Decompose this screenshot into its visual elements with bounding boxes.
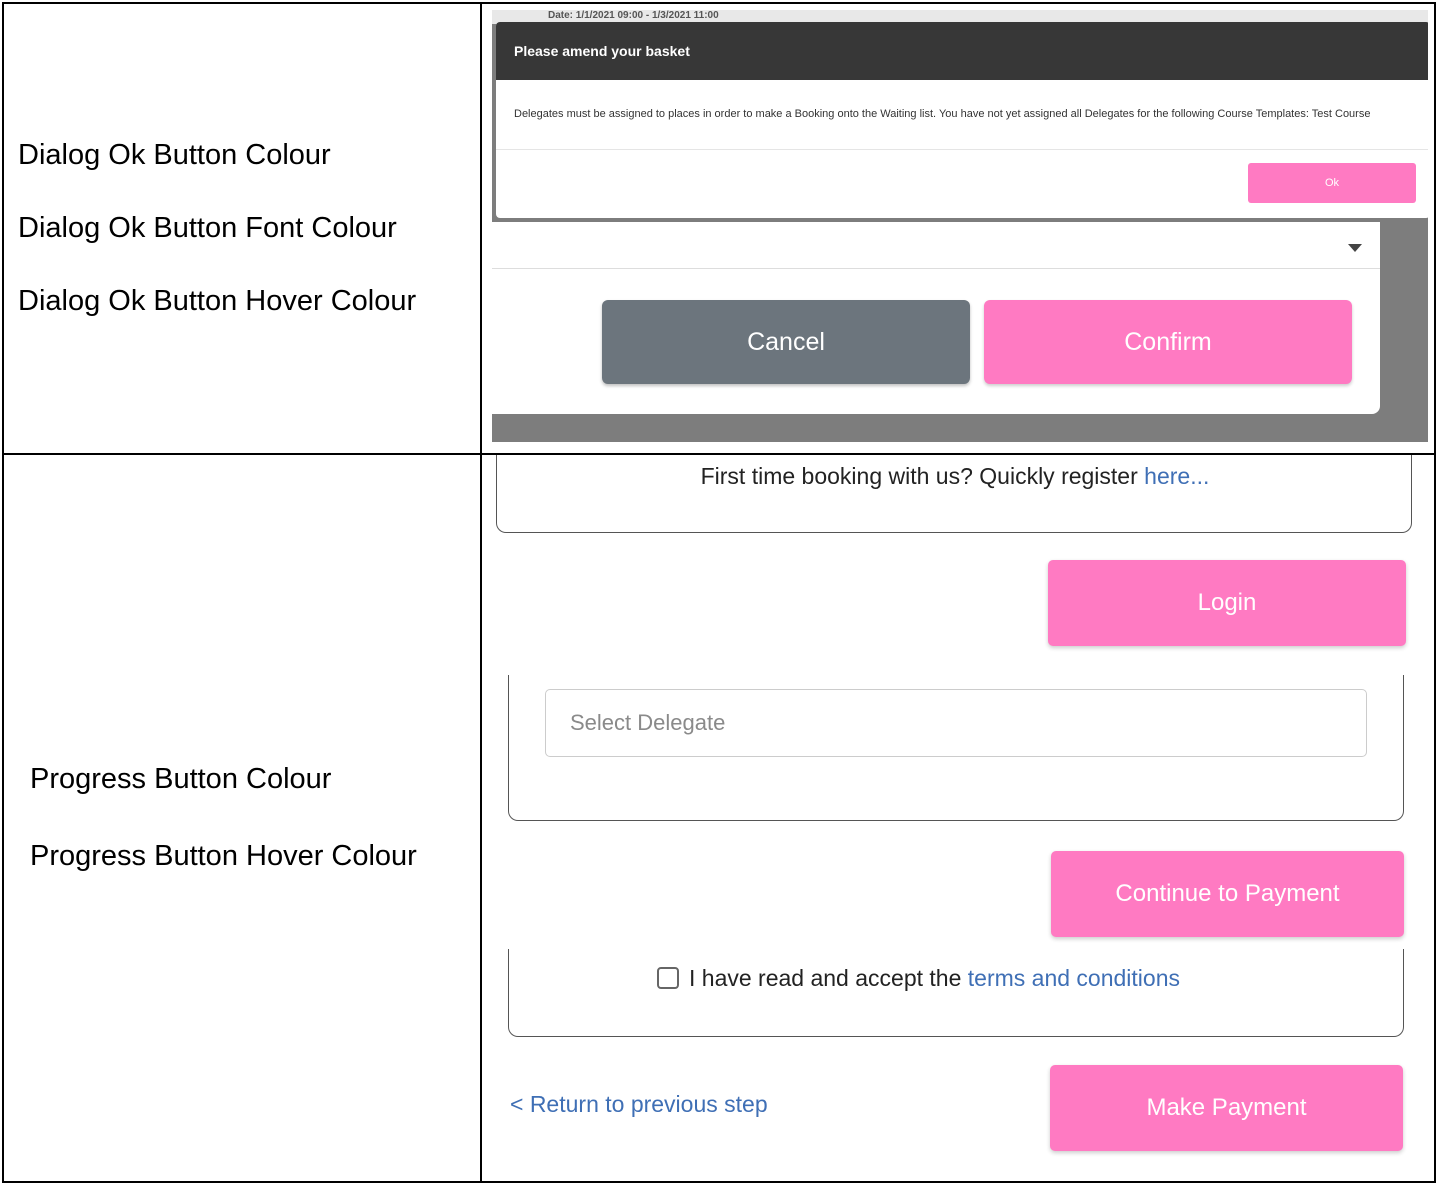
table-row: Dialog Ok Button Colour Dialog Ok Button… — [2, 2, 1436, 455]
settings-table: Dialog Ok Button Colour Dialog Ok Button… — [2, 2, 1436, 1183]
label-cell: Dialog Ok Button Colour Dialog Ok Button… — [2, 2, 482, 455]
form-panel: Cancel Confirm — [492, 222, 1380, 414]
register-text: First time booking with us? Quickly regi… — [700, 463, 1145, 489]
dialog-footer: Ok — [496, 150, 1428, 218]
terms-row: I have read and accept the terms and con… — [657, 965, 1180, 992]
screenshot-cell: Date: 1/1/2021 09:00 - 1/3/2021 11:00 Pl… — [480, 2, 1436, 455]
ok-button[interactable]: Ok — [1248, 163, 1416, 203]
cancel-button[interactable]: Cancel — [602, 300, 970, 384]
progress-screenshot: First time booking with us? Quickly regi… — [483, 456, 1433, 1180]
select-delegate-input[interactable]: Select Delegate — [545, 689, 1367, 757]
label-cell: Progress Button Colour Progress Button H… — [2, 453, 482, 1183]
register-prompt: First time booking with us? Quickly regi… — [497, 463, 1413, 490]
confirm-button[interactable]: Confirm — [984, 300, 1352, 384]
label-dialog-ok-hover-colour: Dialog Ok Button Hover Colour — [18, 284, 417, 317]
register-link[interactable]: here... — [1144, 463, 1209, 489]
label-dialog-ok-font-colour: Dialog Ok Button Font Colour — [18, 212, 397, 245]
screenshot-cell: First time booking with us? Quickly regi… — [480, 453, 1436, 1183]
dialog-screenshot: Date: 1/1/2021 09:00 - 1/3/2021 11:00 Pl… — [492, 10, 1428, 442]
amend-basket-dialog: Please amend your basket Delegates must … — [496, 22, 1428, 218]
login-button[interactable]: Login — [1048, 560, 1406, 646]
label-progress-hover-colour: Progress Button Hover Colour — [30, 840, 417, 872]
make-payment-button[interactable]: Make Payment — [1050, 1065, 1403, 1151]
checkbox-icon[interactable] — [657, 967, 679, 989]
continue-to-payment-button[interactable]: Continue to Payment — [1051, 851, 1404, 937]
dialog-message: Delegates must be assigned to places in … — [496, 80, 1428, 150]
return-link[interactable]: < Return to previous step — [510, 1091, 768, 1118]
terms-card: I have read and accept the terms and con… — [508, 949, 1404, 1037]
divider — [492, 268, 1380, 269]
label-dialog-ok-colour: Dialog Ok Button Colour — [18, 139, 331, 172]
dialog-title: Please amend your basket — [496, 22, 1428, 80]
terms-text: I have read and accept the — [689, 965, 968, 991]
terms-link[interactable]: terms and conditions — [968, 965, 1180, 991]
table-row: Progress Button Colour Progress Button H… — [2, 453, 1436, 1183]
background-date-text: Date: 1/1/2021 09:00 - 1/3/2021 11:00 — [548, 10, 719, 21]
chevron-down-icon[interactable] — [1348, 244, 1362, 252]
delegate-card: Select Delegate — [508, 675, 1404, 821]
register-card: First time booking with us? Quickly regi… — [496, 456, 1413, 533]
label-progress-colour: Progress Button Colour — [30, 763, 332, 796]
